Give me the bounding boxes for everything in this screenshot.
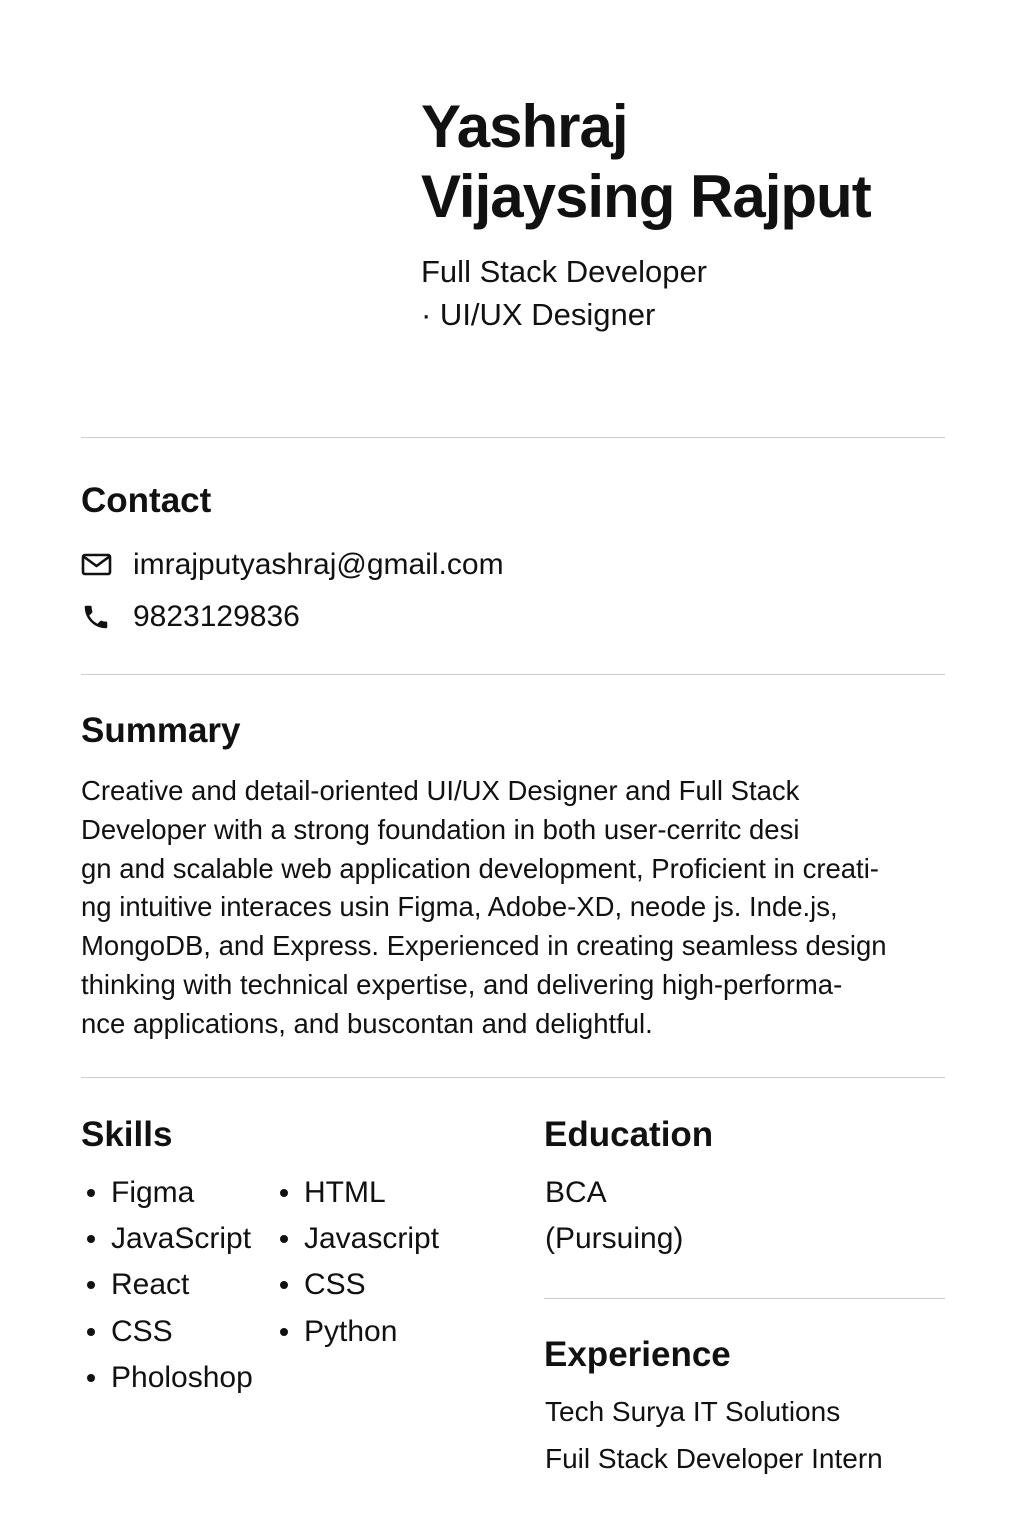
summary-line: Creative and detail-oriented UI/UX Desig…	[81, 775, 800, 806]
summary-line: ng intuitive interaces usin Figma, Adobe…	[81, 891, 838, 923]
job-title: Full Stack Developer · UI/UX Designer	[421, 250, 921, 336]
summary-heading: Summary	[81, 711, 241, 750]
phone-icon	[81, 601, 113, 633]
education-heading: Education	[544, 1115, 714, 1154]
skill-item: Python	[274, 1314, 397, 1350]
contact-phone-row: 9823129836	[81, 597, 300, 637]
skill-label: JavaScript	[111, 1222, 252, 1255]
summary-line: thinking with technical expertise, and d…	[81, 968, 843, 1000]
skill-item: HTML	[274, 1175, 386, 1211]
skill-label: Figma	[111, 1176, 195, 1209]
skill-item: Javascript	[274, 1221, 439, 1257]
job-title-line-1: Full Stack Developer	[421, 254, 708, 289]
bullet-icon	[87, 1374, 95, 1382]
skill-label: CSS	[111, 1315, 173, 1348]
candidate-name: Yashraj Vijaysing Rajput	[421, 92, 981, 232]
summary-line: nce applications, and buscontan and deli…	[81, 1007, 653, 1039]
bullet-icon	[87, 1328, 95, 1336]
skill-item: Pholoshop	[81, 1360, 253, 1396]
skill-item: CSS	[81, 1314, 173, 1350]
skill-item: Figma	[81, 1175, 194, 1211]
bullet-icon	[280, 1328, 288, 1336]
bullet-icon	[280, 1189, 288, 1197]
skill-item: React	[81, 1267, 189, 1303]
education-status: (Pursuing)	[545, 1222, 684, 1255]
job-title-line-2: · UI/UX Designer	[421, 297, 656, 332]
summary-text: Creative and detail-oriented UI/UX Desig…	[81, 772, 961, 1044]
name-line-2: Vijaysing Rajput	[421, 163, 872, 230]
summary-line: gn and scalable web application developm…	[81, 852, 879, 884]
skill-label: React	[111, 1268, 190, 1301]
skill-item: CSS	[274, 1267, 366, 1303]
skill-label: Javascript	[304, 1222, 440, 1255]
divider	[81, 437, 945, 438]
experience-company: Tech Surya IT Solutions	[545, 1396, 841, 1427]
summary-line: Developer with a strong foundation in bo…	[81, 813, 800, 845]
bullet-icon	[87, 1189, 95, 1197]
phone-number[interactable]: 9823129836	[133, 600, 300, 634]
skill-label: CSS	[304, 1268, 366, 1301]
mail-icon	[81, 549, 113, 581]
email-address[interactable]: imrajputyashraj@gmail.com	[133, 548, 504, 582]
skill-item: JavaScript	[81, 1221, 251, 1257]
experience-heading: Experience	[544, 1335, 731, 1374]
experience-role: Fuil Stack Developer Intern	[545, 1443, 883, 1474]
skills-heading: Skills	[81, 1115, 173, 1154]
divider	[81, 1077, 945, 1078]
education-degree: BCA	[545, 1176, 607, 1209]
name-line-1: Yashraj	[421, 93, 629, 160]
skill-label: Python	[304, 1315, 398, 1348]
contact-heading: Contact	[81, 481, 212, 520]
bullet-icon	[280, 1235, 288, 1243]
bullet-icon	[87, 1281, 95, 1289]
skill-label: HTML	[304, 1176, 386, 1209]
bullet-icon	[280, 1281, 288, 1289]
divider	[544, 1298, 945, 1299]
divider	[81, 674, 945, 675]
contact-email-row: imrajputyashraj@gmail.com	[81, 545, 504, 585]
summary-line: MongoDB, and Express. Experienced in cre…	[81, 930, 887, 962]
bullet-icon	[87, 1235, 95, 1243]
skill-label: Pholoshop	[111, 1361, 253, 1394]
